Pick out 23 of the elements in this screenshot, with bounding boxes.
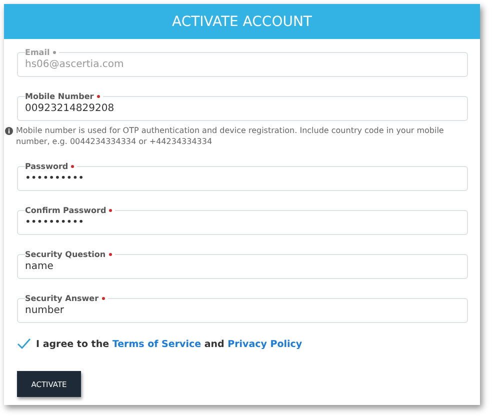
privacy-link[interactable]: Privacy Policy — [228, 338, 302, 350]
hint-text: Mobile number is used for OTP authentication and device registration. Include country code in your mobile number, e.g. 0044234334334 or +44234334334 — [16, 125, 445, 147]
field-value: 00923214829208 — [25, 103, 116, 115]
field-label: Confirm Password — [25, 206, 116, 215]
input-field[interactable]: Mobile Number 00923214829208 — [17, 92, 468, 121]
field-label: Mobile Number — [25, 92, 103, 101]
checkmark-icon[interactable] — [17, 338, 31, 350]
field-value: hs06@ascertia.com — [25, 59, 125, 71]
field-label: Security Question — [25, 250, 115, 259]
agreement-text: I agree to the Terms of Service and Privacy Policy — [36, 338, 302, 350]
input-field[interactable]: Security Question name — [17, 250, 468, 279]
terms-link[interactable]: Terms of Service — [112, 338, 202, 350]
input-field[interactable]: Security Answer number — [17, 294, 468, 323]
field-value: name — [25, 261, 54, 273]
input-field[interactable]: Confirm Password •••••••••• — [17, 206, 468, 235]
form-title: ACTIVATE ACCOUNT — [172, 14, 312, 30]
field-label: Email — [25, 48, 59, 57]
field-value: •••••••••• — [25, 173, 85, 185]
field-value: •••••••••• — [25, 217, 85, 229]
field-label: Password — [25, 162, 78, 171]
input-field[interactable]: Password •••••••••• — [17, 162, 468, 191]
field-label: Security Answer — [25, 294, 108, 303]
field-value: number — [25, 305, 66, 317]
